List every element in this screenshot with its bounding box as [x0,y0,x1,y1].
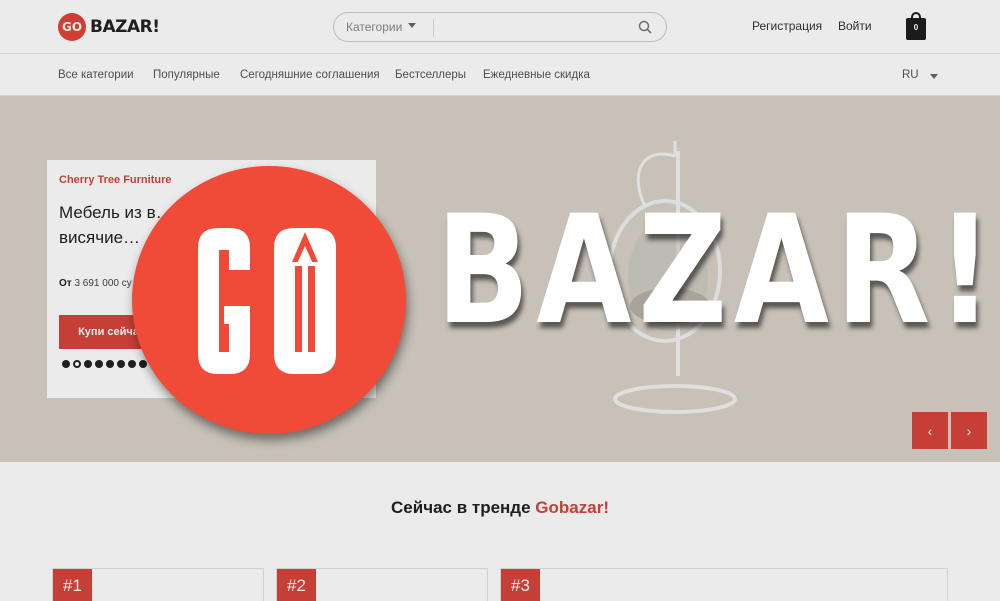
nav-item-popular[interactable]: Популярные [153,69,220,81]
rank-badge: #2 [277,569,316,601]
chevron-down-icon[interactable] [930,74,938,79]
slider-next-button[interactable]: › [951,412,987,449]
chevron-down-icon[interactable] [408,23,416,28]
go-logo-icon [198,228,336,374]
cart-count: 0 [913,23,919,32]
nav-item-bestsellers[interactable]: Бестселлеры [395,69,466,81]
chevron-right-icon: › [966,422,972,439]
rank-badge: #1 [53,569,92,601]
slider-prev-button[interactable]: ‹ [912,412,948,449]
slider-dot[interactable] [62,360,70,368]
trending-heading-brand: Gobazar! [535,498,609,517]
overlay-wordmark: BAZAR! [436,184,1000,358]
site-header: GO BAZAR! Категории Регистрация Войти 0 [0,0,1000,54]
trending-tile[interactable]: #1 [52,568,264,601]
rank-badge: #3 [501,569,540,601]
go-logo-badge [132,166,406,434]
category-select[interactable]: Категории [346,20,402,34]
chevron-left-icon: ‹ [927,422,933,439]
trending-heading: Сейчас в тренде Gobazar! [0,498,1000,518]
slider-dot[interactable] [106,360,114,368]
price-prefix: От [59,278,72,289]
search-bar: Категории [333,12,667,42]
slider-dot-active[interactable] [73,360,81,368]
promo-price: От 3 691 000 су… [59,278,142,289]
register-link[interactable]: Регистрация [752,19,822,33]
login-link[interactable]: Войти [838,19,872,33]
trending-tile[interactable]: #3 [500,568,948,601]
slider-dot[interactable] [84,360,92,368]
trending-heading-text: Сейчас в тренде [391,498,531,517]
site-logo[interactable]: GO BAZAR! [58,13,160,41]
logo-circle: GO [58,13,86,41]
search-input[interactable] [440,18,630,38]
cart-button[interactable]: 0 [906,12,926,40]
language-select[interactable]: RU [902,69,919,81]
search-divider [433,19,434,37]
trending-tile[interactable]: #2 [276,568,488,601]
nav-item-all-categories[interactable]: Все категории [58,69,134,81]
slider-dot[interactable] [117,360,125,368]
search-icon[interactable] [638,20,652,34]
main-nav: Все категории Популярные Сегодняшние сог… [0,54,1000,96]
nav-item-todays-deals[interactable]: Сегодняшние соглашения [240,69,380,81]
logo-wordmark: BAZAR! [90,17,160,37]
slider-dot[interactable] [95,360,103,368]
nav-item-daily-discount[interactable]: Ежедневные скидка [483,69,590,81]
